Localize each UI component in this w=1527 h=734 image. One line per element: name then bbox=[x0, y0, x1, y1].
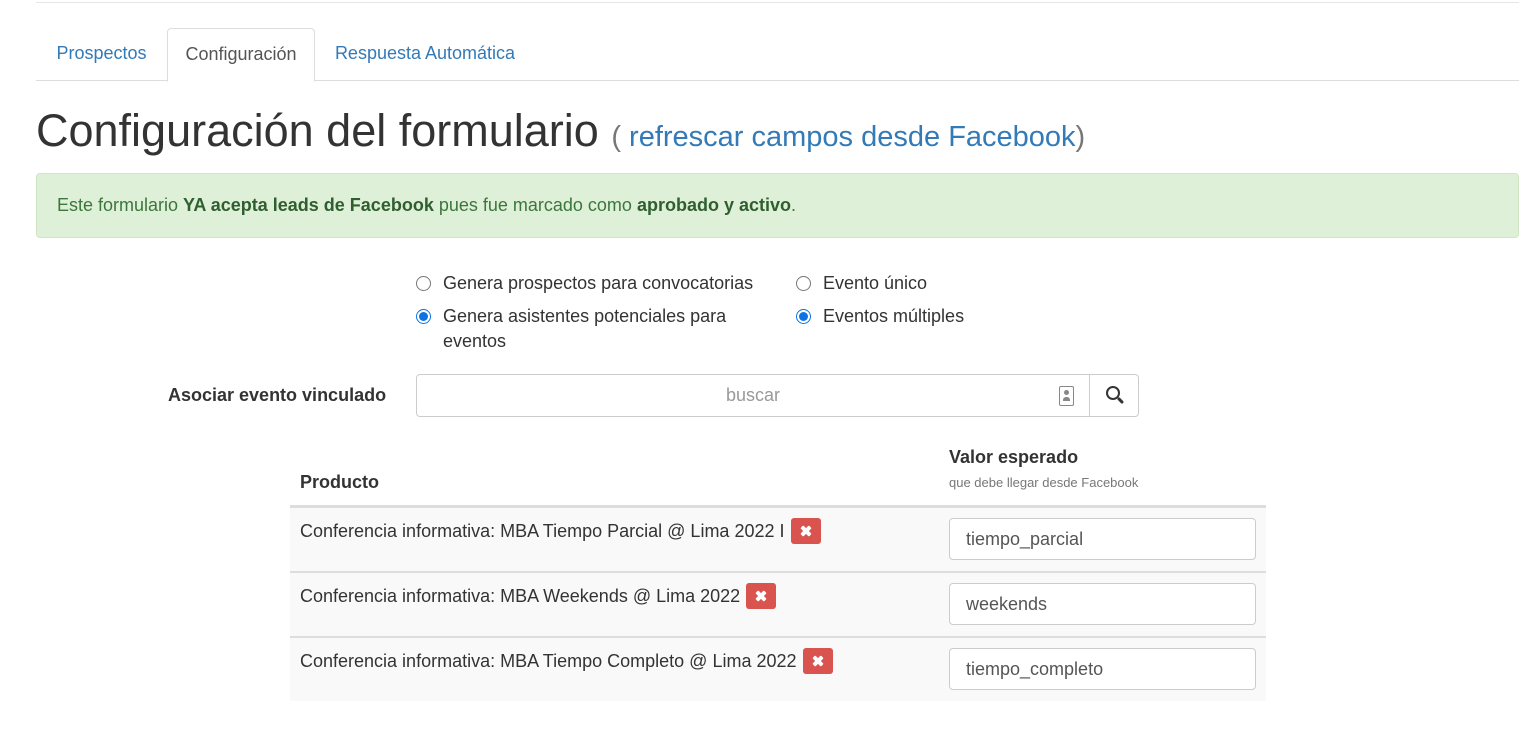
radio-label: Evento único bbox=[823, 273, 928, 293]
tab-bar: Prospectos Configuración Respuesta Autom… bbox=[36, 28, 1519, 82]
table-row: Conferencia informativa: MBA Tiempo Comp… bbox=[290, 638, 1266, 701]
status-alert: Este formulario YA acepta leads de Faceb… bbox=[36, 173, 1519, 238]
tab-configuracion[interactable]: Configuración bbox=[167, 28, 315, 82]
alert-bold-2: aprobado y activo bbox=[636, 195, 791, 215]
column-header-producto: Producto bbox=[300, 472, 379, 492]
alert-text-1: Este formulario bbox=[57, 195, 184, 215]
table-row: Conferencia informativa: MBA Tiempo Parc… bbox=[290, 508, 1266, 571]
product-name: Conferencia informativa: MBA Tiempo Parc… bbox=[300, 521, 785, 541]
product-cell: Conferencia informativa: MBA Weekends @ … bbox=[300, 583, 777, 609]
remove-product-button[interactable] bbox=[790, 518, 821, 544]
radio-label: Genera asistentes potenciales para event… bbox=[443, 306, 727, 351]
search-button[interactable] bbox=[1089, 374, 1139, 417]
page-title: Configuración del formulario ( refrescar… bbox=[36, 104, 1085, 164]
product-name: Conferencia informativa: MBA Weekends @ … bbox=[300, 586, 741, 606]
radio-genera-prospectos[interactable]: Genera prospectos para convocatorias bbox=[416, 271, 753, 296]
product-name: Conferencia informativa: MBA Tiempo Comp… bbox=[300, 651, 797, 671]
expected-value-input[interactable] bbox=[949, 518, 1256, 560]
radio-button-checked[interactable] bbox=[796, 309, 811, 324]
event-search-input[interactable] bbox=[416, 374, 1090, 417]
top-divider bbox=[36, 2, 1519, 3]
radio-button-unchecked[interactable] bbox=[796, 276, 811, 291]
remove-product-button[interactable] bbox=[802, 648, 833, 674]
radio-eventos-multiples[interactable]: Eventos múltiples bbox=[796, 304, 964, 329]
tab-respuesta-automatica[interactable]: Respuesta Automática bbox=[315, 28, 535, 81]
expected-value-input[interactable] bbox=[949, 583, 1256, 625]
alert-text-3: . bbox=[790, 195, 796, 215]
product-cell: Conferencia informativa: MBA Tiempo Comp… bbox=[300, 648, 833, 674]
tab-prospectos[interactable]: Prospectos bbox=[36, 28, 167, 81]
alert-bold-1: YA acepta leads de Facebook bbox=[183, 195, 434, 215]
open-paren: ( bbox=[611, 121, 621, 153]
alert-text-2: pues fue marcado como bbox=[433, 195, 637, 215]
column-header-valor-esperado: Valor esperado bbox=[949, 447, 1079, 467]
search-icon bbox=[1106, 386, 1120, 400]
radio-evento-unico[interactable]: Evento único bbox=[796, 271, 927, 296]
radio-button-unchecked[interactable] bbox=[416, 276, 431, 291]
contact-card-icon[interactable] bbox=[1059, 386, 1074, 406]
page-title-text: Configuración del formulario bbox=[36, 105, 599, 156]
column-header-hint: que debe llegar desde Facebook bbox=[949, 475, 1139, 490]
radio-label: Genera prospectos para convocatorias bbox=[443, 273, 754, 293]
title-extra: ( refrescar campos desde Facebook) bbox=[611, 121, 1085, 153]
refresh-fields-link[interactable]: refrescar campos desde Facebook bbox=[629, 121, 1076, 153]
remove-product-button[interactable] bbox=[746, 583, 777, 609]
expected-value-input[interactable] bbox=[949, 648, 1256, 690]
radio-label: Eventos múltiples bbox=[823, 306, 965, 326]
product-cell: Conferencia informativa: MBA Tiempo Parc… bbox=[300, 518, 821, 544]
radio-button-checked[interactable] bbox=[416, 309, 431, 324]
associate-event-label: Asociar evento vinculado bbox=[168, 385, 387, 405]
radio-genera-asistentes[interactable]: Genera asistentes potenciales para event… bbox=[416, 304, 746, 354]
table-row: Conferencia informativa: MBA Weekends @ … bbox=[290, 573, 1266, 636]
close-paren: ) bbox=[1075, 121, 1086, 153]
